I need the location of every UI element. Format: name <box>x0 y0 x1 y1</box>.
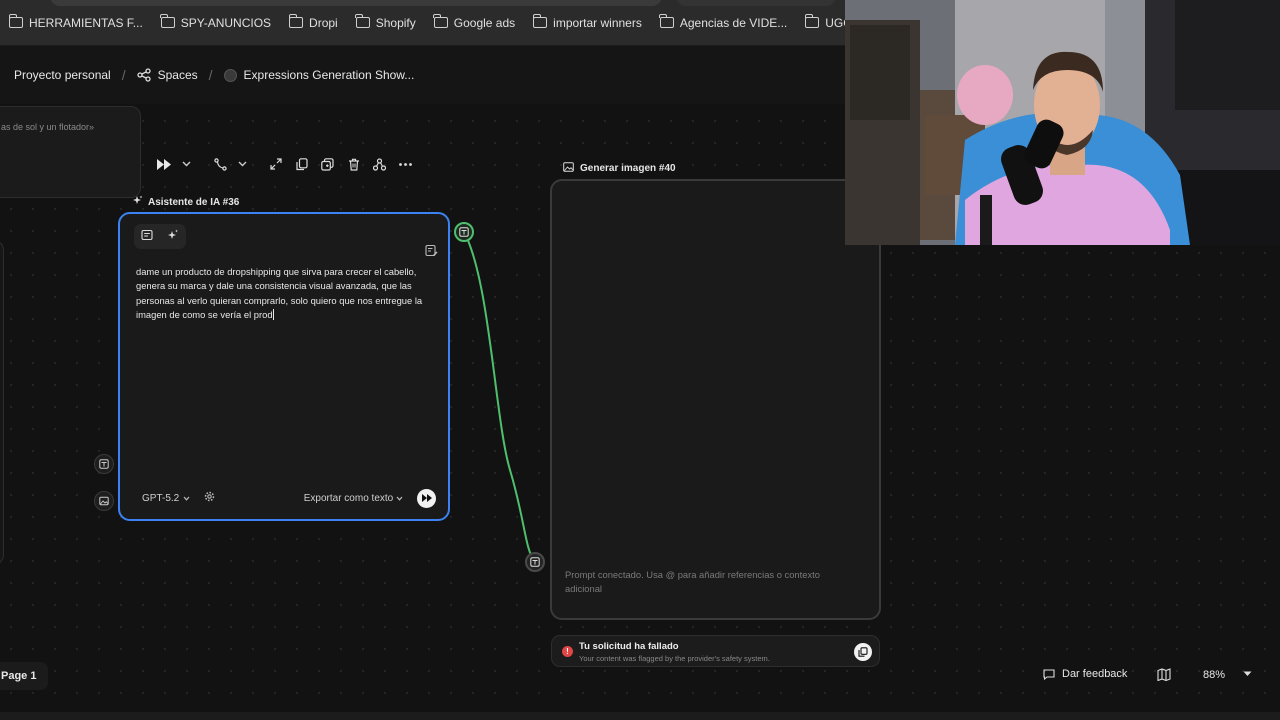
ai-prompt-input[interactable]: dame un producto de dropshipping que sir… <box>136 265 436 322</box>
text-input-handle[interactable] <box>94 454 114 474</box>
sparkle-icon[interactable] <box>167 229 179 244</box>
export-text-dropdown[interactable]: Exportar como texto <box>304 493 403 504</box>
text-caret <box>272 308 274 320</box>
edit-note-icon[interactable] <box>425 244 438 260</box>
page-tab[interactable]: Page 1 <box>0 662 48 690</box>
image-icon <box>563 162 574 175</box>
webcam-overlay <box>845 0 1280 245</box>
fast-forward-icon <box>421 494 432 502</box>
error-message: Your content was flagged by the provider… <box>579 654 770 663</box>
copy-error-button[interactable] <box>854 643 872 661</box>
image-input-handle[interactable] <box>94 491 114 511</box>
text-output-handle[interactable] <box>454 222 474 242</box>
image-node-title: Generar imagen #40 <box>563 162 676 175</box>
image-generation-node[interactable]: Prompt conectado. Usa @ para añadir refe… <box>550 179 881 620</box>
image-prompt-input[interactable]: Prompt conectado. Usa @ para añadir refe… <box>565 568 855 596</box>
model-selector-label: GPT-5.2 <box>142 492 180 504</box>
chat-icon <box>1043 668 1055 680</box>
error-banner: ! Tu solicitud ha fallado Your content w… <box>551 635 880 667</box>
copy-icon <box>858 647 868 657</box>
error-icon: ! <box>562 646 573 657</box>
text-mode-icon <box>99 459 109 469</box>
feedback-button[interactable]: Dar feedback <box>1043 668 1127 680</box>
error-title: Tu solicitud ha fallado <box>579 641 679 652</box>
app-canvas[interactable]: HERRAMIENTAS F... SPY-ANUNCIOS Dropi Sho… <box>0 0 1280 720</box>
map-icon[interactable] <box>1157 668 1171 684</box>
gear-icon[interactable] <box>204 491 215 505</box>
ai-node-footer: GPT-5.2 Exportar como texto <box>134 487 436 509</box>
text-mode-icon[interactable] <box>141 229 153 244</box>
page-tab-label: Page 1 <box>1 670 37 682</box>
node-mode-chips <box>134 224 186 249</box>
image-icon <box>99 496 109 506</box>
ai-prompt-text: dame un producto de dropshipping que sir… <box>136 266 423 320</box>
text-mode-icon <box>459 227 469 237</box>
export-text-label: Exportar como texto <box>303 492 394 504</box>
image-node-title-label: Generar imagen #40 <box>580 163 676 174</box>
feedback-label: Dar feedback <box>1062 668 1128 680</box>
image-prompt-placeholder: Prompt conectado. Usa @ para añadir refe… <box>565 569 820 594</box>
chevron-down-icon <box>183 496 190 501</box>
chevron-down-icon <box>396 496 403 501</box>
text-mode-icon <box>530 557 540 567</box>
chevron-down-icon[interactable] <box>1243 669 1252 679</box>
ai-assistant-node[interactable]: dame un producto de dropshipping que sir… <box>118 212 450 521</box>
webcam-video <box>845 0 1280 245</box>
prompt-input-handle[interactable] <box>525 552 545 572</box>
zoom-level[interactable]: 88% <box>1203 669 1225 681</box>
run-node-button[interactable] <box>417 488 436 508</box>
window-bottom-edge <box>0 712 1280 720</box>
model-selector[interactable]: GPT-5.2 <box>134 490 198 507</box>
